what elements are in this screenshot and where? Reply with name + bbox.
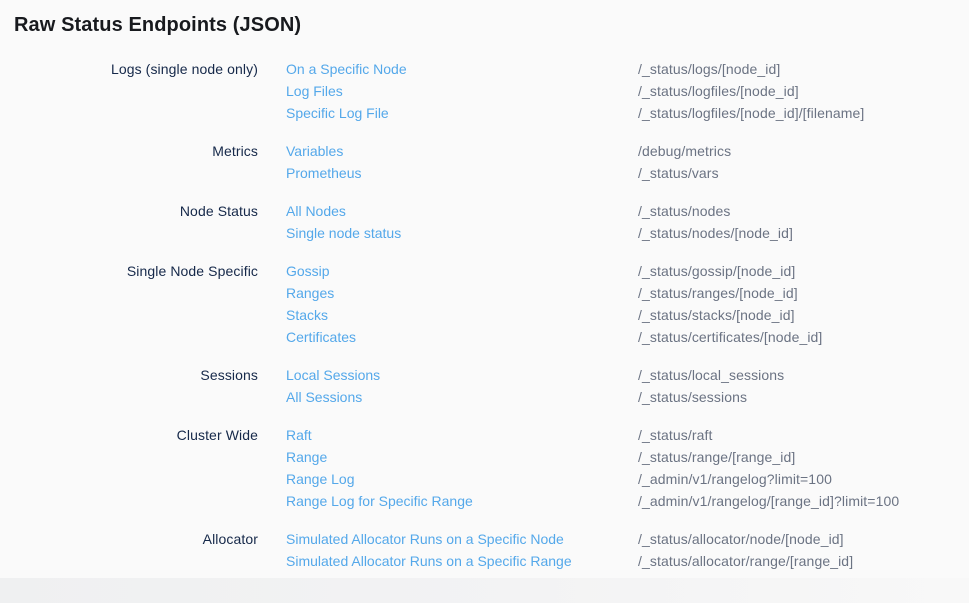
endpoint-link[interactable]: Gossip — [286, 263, 330, 279]
endpoint-path: /_status/allocator/node/[node_id] — [638, 528, 969, 550]
endpoint-link-line: Single node status — [286, 222, 638, 244]
endpoint-link-line: Log Files — [286, 80, 638, 102]
endpoint-link-line: Certificates — [286, 326, 638, 348]
endpoint-link-line: Local Sessions — [286, 364, 638, 386]
category-label: Node Status — [0, 200, 258, 222]
category-cell: Sessions — [0, 364, 258, 408]
endpoint-link[interactable]: Stacks — [286, 307, 328, 323]
endpoint-link-line: Range Log for Specific Range — [286, 490, 638, 512]
endpoint-link[interactable]: Prometheus — [286, 165, 361, 181]
endpoints-column: /_status/nodes/_status/nodes/[node_id] — [638, 200, 969, 244]
links-column: Local Sessions All Sessions — [258, 364, 638, 408]
endpoint-path: /_status/range/[range_id] — [638, 446, 969, 468]
endpoint-link-line: Variables — [286, 140, 638, 162]
endpoint-group: Allocator Simulated Allocator Runs on a … — [0, 528, 969, 572]
endpoint-link[interactable]: Local Sessions — [286, 367, 380, 383]
endpoints-table: Logs (single node only) On a Specific No… — [0, 58, 969, 572]
endpoint-path: /_status/raft — [638, 424, 969, 446]
endpoint-path: /_status/local_sessions — [638, 364, 969, 386]
category-cell: Cluster Wide — [0, 424, 258, 512]
endpoint-group: Sessions Local Sessions All Sessions /_st… — [0, 364, 969, 408]
endpoint-group: Cluster Wide Raft Range Range Log Range Log… — [0, 424, 969, 512]
endpoint-link-line: Gossip — [286, 260, 638, 282]
debug-endpoints-page: Raw Status Endpoints (JSON) Logs (single… — [0, 0, 969, 603]
category-label: Logs (single node only) — [0, 58, 258, 80]
category-cell: Node Status — [0, 200, 258, 244]
endpoint-link-line: Ranges — [286, 282, 638, 304]
endpoint-group: Logs (single node only) On a Specific No… — [0, 58, 969, 124]
endpoint-link-line: On a Specific Node — [286, 58, 638, 80]
endpoint-link[interactable]: Single node status — [286, 225, 401, 241]
endpoint-path: /_status/gossip/[node_id] — [638, 260, 969, 282]
category-cell: Logs (single node only) — [0, 58, 258, 124]
endpoint-path: /_status/nodes/[node_id] — [638, 222, 969, 244]
category-label: Sessions — [0, 364, 258, 386]
endpoint-path: /_status/logfiles/[node_id]/[filename] — [638, 102, 969, 124]
endpoint-link[interactable]: On a Specific Node — [286, 61, 407, 77]
endpoints-column: /_status/logs/[node_id]/_status/logfiles… — [638, 58, 969, 124]
endpoint-link[interactable]: Simulated Allocator Runs on a Specific N… — [286, 531, 564, 547]
endpoint-link-line: Stacks — [286, 304, 638, 326]
endpoint-path: /_status/ranges/[node_id] — [638, 282, 969, 304]
endpoint-link[interactable]: Certificates — [286, 329, 356, 345]
endpoint-link-line: Simulated Allocator Runs on a Specific N… — [286, 528, 638, 550]
endpoint-link-line: Range — [286, 446, 638, 468]
links-column: Gossip Ranges Stacks Certificates — [258, 260, 638, 348]
category-label: Allocator — [0, 528, 258, 550]
endpoint-path: /_status/stacks/[node_id] — [638, 304, 969, 326]
page-title: Raw Status Endpoints (JSON) — [14, 0, 969, 38]
endpoint-link-line: Raft — [286, 424, 638, 446]
endpoint-group: Node Status All NodesSingle node status … — [0, 200, 969, 244]
endpoint-path: /_status/nodes — [638, 200, 969, 222]
endpoint-path: /_status/allocator/range/[range_id] — [638, 550, 969, 572]
endpoints-column: /_status/allocator/node/[node_id]/_statu… — [638, 528, 969, 572]
endpoints-column: /debug/metrics/_status/vars — [638, 140, 969, 184]
endpoint-path: /_admin/v1/rangelog/[range_id]?limit=100 — [638, 490, 969, 512]
category-cell: Metrics — [0, 140, 258, 184]
endpoint-group: Single Node Specific Gossip Ranges Stacks C… — [0, 260, 969, 348]
endpoint-link[interactable]: Log Files — [286, 83, 343, 99]
endpoints-column: /_status/gossip/[node_id]/_status/ranges… — [638, 260, 969, 348]
endpoint-link[interactable]: Simulated Allocator Runs on a Specific R… — [286, 553, 572, 569]
endpoint-path: /debug/metrics — [638, 140, 969, 162]
endpoints-column: /_status/raft/_status/range/[range_id]/_… — [638, 424, 969, 512]
endpoint-link[interactable]: Variables — [286, 143, 343, 159]
endpoint-path: /_admin/v1/rangelog?limit=100 — [638, 468, 969, 490]
endpoint-link-line: Simulated Allocator Runs on a Specific R… — [286, 550, 638, 572]
endpoint-path: /_status/logfiles/[node_id] — [638, 80, 969, 102]
page-footer-strip — [0, 578, 969, 603]
category-label: Metrics — [0, 140, 258, 162]
category-cell: Allocator — [0, 528, 258, 572]
endpoint-link[interactable]: Range Log for Specific Range — [286, 493, 473, 509]
endpoint-link[interactable]: All Nodes — [286, 203, 346, 219]
endpoint-path: /_status/certificates/[node_id] — [638, 326, 969, 348]
links-column: On a Specific Node Log Files Specific Log … — [258, 58, 638, 124]
endpoint-link[interactable]: Range Log — [286, 471, 355, 487]
links-column: Raft Range Range Log Range Log for Specific… — [258, 424, 638, 512]
endpoint-path: /_status/vars — [638, 162, 969, 184]
endpoint-link[interactable]: Range — [286, 449, 327, 465]
endpoint-link-line: Range Log — [286, 468, 638, 490]
endpoint-link[interactable]: Raft — [286, 427, 312, 443]
endpoint-link[interactable]: Specific Log File — [286, 105, 389, 121]
category-label: Single Node Specific — [0, 260, 258, 282]
links-column: Simulated Allocator Runs on a Specific N… — [258, 528, 638, 572]
endpoint-link-line: Prometheus — [286, 162, 638, 184]
endpoint-path: /_status/sessions — [638, 386, 969, 408]
endpoint-link-line: All Sessions — [286, 386, 638, 408]
endpoint-link-line: All Nodes — [286, 200, 638, 222]
endpoint-link[interactable]: All Sessions — [286, 389, 362, 405]
category-label: Cluster Wide — [0, 424, 258, 446]
category-cell: Single Node Specific — [0, 260, 258, 348]
links-column: All Nodes Single node status — [258, 200, 638, 244]
endpoint-group: Metrics Variables Prometheus /debug/metri… — [0, 140, 969, 184]
endpoint-link[interactable]: Ranges — [286, 285, 334, 301]
endpoint-path: /_status/logs/[node_id] — [638, 58, 969, 80]
links-column: Variables Prometheus — [258, 140, 638, 184]
endpoint-link-line: Specific Log File — [286, 102, 638, 124]
endpoints-column: /_status/local_sessions/_status/sessions — [638, 364, 969, 408]
